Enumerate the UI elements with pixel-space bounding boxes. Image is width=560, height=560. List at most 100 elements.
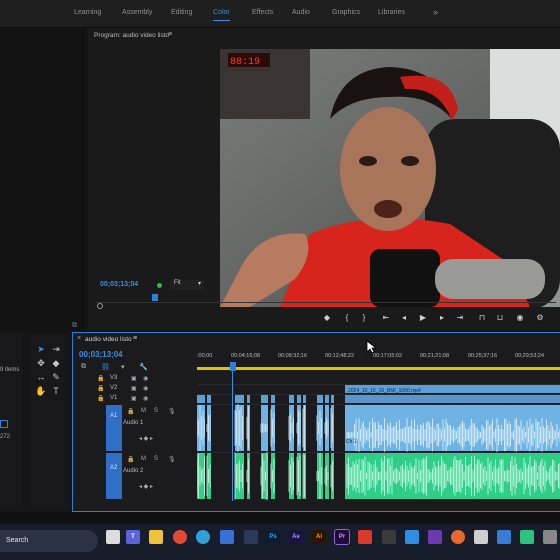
microphone-icon[interactable]: 🎙 (168, 408, 176, 415)
clip-area[interactable] (197, 385, 560, 501)
more-workspaces-icon[interactable]: » (433, 7, 438, 17)
video-clip[interactable] (271, 395, 275, 403)
mark-in-icon[interactable]: { (341, 313, 353, 322)
sync-lock-icon[interactable]: ▣ (131, 385, 137, 392)
go-to-out-icon[interactable]: ⇥ (454, 313, 466, 322)
workspace-tab-graphics[interactable]: Graphics (332, 9, 360, 16)
list-view-icon[interactable] (0, 420, 8, 428)
timeline-menu-icon[interactable]: ≡ (133, 335, 137, 342)
video-clip-main-v1[interactable] (345, 395, 560, 403)
video-clip[interactable] (207, 395, 211, 403)
close-icon[interactable]: × (77, 335, 81, 342)
after-effects-icon[interactable]: Ae (289, 530, 303, 544)
acrobat-icon[interactable] (358, 530, 372, 544)
mark-out-icon[interactable]: } (358, 313, 370, 322)
add-marker-icon[interactable]: ▾ (121, 363, 125, 371)
snap-icon[interactable]: ⧉ (81, 363, 86, 371)
marker-icon[interactable]: ◆ (321, 313, 333, 322)
selection-tool-icon[interactable]: ➤ (35, 344, 47, 355)
eye-icon[interactable]: ◉ (143, 375, 148, 382)
taskbar-search[interactable]: Search (0, 530, 98, 552)
step-back-icon[interactable]: ◂ (398, 313, 410, 322)
export-frame-icon[interactable]: ◉ (514, 313, 526, 322)
linked-selection-icon[interactable]: ⛓ (101, 363, 110, 371)
lock-icon[interactable]: 🔒 (97, 375, 104, 382)
app-icon[interactable] (451, 530, 465, 544)
photoshop-icon[interactable]: Ps (266, 530, 280, 544)
chrome-icon[interactable] (173, 530, 187, 544)
program-playhead[interactable] (152, 294, 158, 301)
in-point-icon[interactable] (97, 303, 103, 309)
illustrator-icon[interactable]: Ai (312, 530, 326, 544)
hand-tool-icon[interactable]: ✋ (35, 386, 47, 397)
app-icon[interactable] (382, 530, 396, 544)
solo-button[interactable]: S (154, 408, 158, 414)
extract-icon[interactable]: ⊔ (494, 313, 506, 322)
lock-icon[interactable]: 🔒 (127, 408, 134, 415)
play-icon[interactable]: ▶ (417, 313, 429, 322)
app-icon[interactable] (474, 530, 488, 544)
slip-tool-icon[interactable]: ↔ (35, 372, 47, 383)
workspace-tab-learning[interactable]: Learning (74, 9, 101, 16)
premiere-icon[interactable]: Pr (334, 529, 350, 545)
edge-icon[interactable] (196, 530, 210, 544)
keyframe-nav-icon[interactable]: ◂ ◆ ▸ (139, 483, 153, 490)
go-to-in-icon[interactable]: ⇤ (380, 313, 392, 322)
video-clip[interactable] (331, 395, 334, 403)
file-explorer-icon[interactable] (149, 530, 163, 544)
wrench-icon[interactable]: 🔧 (139, 363, 148, 371)
video-clip[interactable] (317, 395, 323, 403)
lock-icon[interactable]: 🔒 (97, 385, 104, 392)
lift-icon[interactable]: ⊓ (476, 313, 488, 322)
time-ruler[interactable]: :00;00 00;04;16;08 00;08;32;16 00;12;48;… (197, 353, 560, 367)
workspace-tab-effects[interactable]: Effects (252, 9, 273, 16)
type-tool-icon[interactable]: T (50, 386, 62, 397)
mute-button[interactable]: M (141, 456, 146, 462)
solo-button[interactable]: S (154, 456, 158, 462)
app-icon[interactable] (405, 530, 419, 544)
settings-icon[interactable]: ⚙ (534, 313, 546, 322)
mail-icon[interactable] (220, 530, 234, 544)
lock-icon[interactable]: 🔒 (127, 456, 134, 463)
panel-resize-icon[interactable]: ⧉ (72, 322, 77, 330)
video-clip[interactable] (235, 395, 244, 403)
audio-clip-main-a1[interactable] (345, 405, 560, 451)
program-mini-ruler[interactable] (96, 296, 556, 303)
program-menu-icon[interactable]: ≡ (168, 31, 172, 38)
work-area-bar[interactable] (197, 367, 560, 370)
video-clip[interactable] (325, 395, 329, 403)
workspace-tab-assembly[interactable]: Assembly (122, 9, 152, 16)
video-clip[interactable] (303, 395, 306, 403)
workspace-tab-audio[interactable]: Audio (292, 9, 310, 16)
track-select-tool-icon[interactable]: ⇥ (50, 344, 62, 355)
video-clip[interactable] (297, 395, 301, 403)
store-icon[interactable] (244, 530, 258, 544)
timeline-timecode[interactable]: 00;03;13;04 (79, 350, 123, 359)
zoom-select[interactable]: Fit ▾ (170, 280, 204, 290)
microphone-icon[interactable]: 🎙 (168, 456, 176, 463)
step-forward-icon[interactable]: ▸ (436, 313, 448, 322)
sync-lock-icon[interactable]: ▣ (131, 375, 137, 382)
eye-icon[interactable]: ◉ (143, 395, 148, 402)
playhead-line[interactable] (232, 371, 233, 501)
video-clip[interactable] (289, 395, 294, 403)
video-clip[interactable] (247, 395, 250, 403)
eye-icon[interactable]: ◉ (143, 385, 148, 392)
workspace-tab-editing[interactable]: Editing (171, 9, 192, 16)
teams-icon[interactable]: T (126, 530, 140, 544)
pen-tool-icon[interactable]: ✎ (50, 372, 62, 383)
razor-tool-icon[interactable]: ◆ (50, 358, 62, 369)
video-clip[interactable] (261, 395, 268, 403)
playhead-handle[interactable] (230, 362, 236, 371)
task-view-icon[interactable] (106, 530, 120, 544)
app-icon[interactable] (428, 530, 442, 544)
workspace-tab-color[interactable]: Color (213, 9, 230, 21)
app-icon[interactable] (497, 530, 511, 544)
app-icon[interactable] (543, 530, 557, 544)
program-timecode[interactable]: 00;03;13;04 (100, 281, 138, 288)
workspace-tab-libraries[interactable]: Libraries (378, 9, 405, 16)
mute-button[interactable]: M (141, 408, 146, 414)
ripple-edit-tool-icon[interactable]: ✥ (35, 358, 47, 369)
keyframe-nav-icon[interactable]: ◂ ◆ ▸ (139, 435, 153, 442)
sync-lock-icon[interactable]: ▣ (131, 395, 137, 402)
